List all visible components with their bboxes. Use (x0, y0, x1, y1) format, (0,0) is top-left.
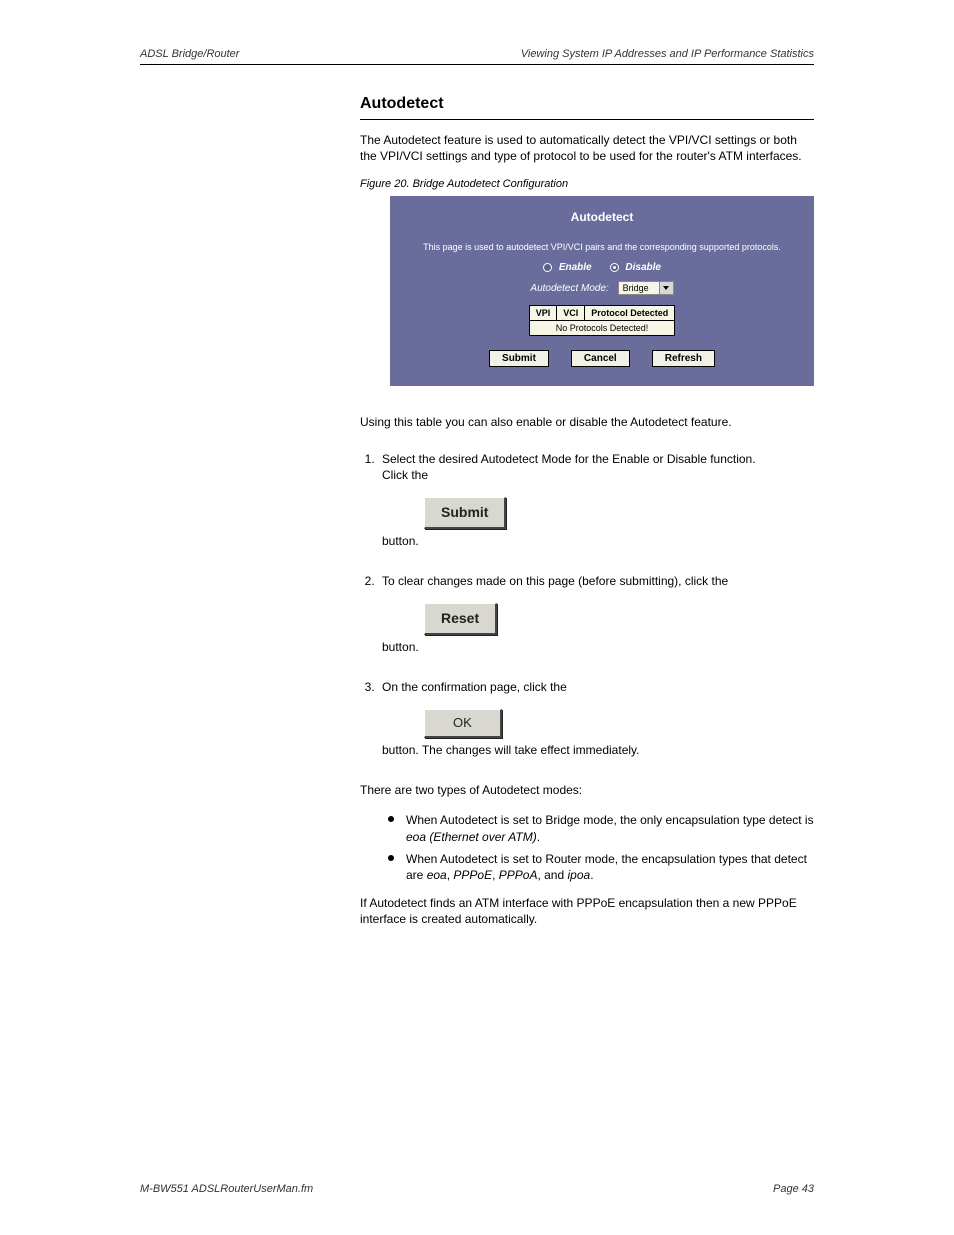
intro-paragraph: The Autodetect feature is used to automa… (360, 132, 814, 164)
cancel-button[interactable]: Cancel (571, 350, 630, 367)
mode-value: Bridge (623, 283, 649, 293)
list-item: Select the desired Autodetect Mode for t… (378, 451, 814, 549)
panel-title: Autodetect (390, 196, 814, 224)
pppoe-paragraph: If Autodetect finds an ATM interface wit… (360, 895, 814, 927)
footer-left: M-BW551 ADSLRouterUserMan.fm (140, 1183, 313, 1195)
disable-label: Disable (625, 262, 661, 273)
section-title: Autodetect (360, 95, 814, 113)
modes-list: When Autodetect is set to Bridge mode, t… (388, 812, 814, 883)
autodetect-panel: Autodetect This page is used to autodete… (390, 196, 814, 386)
page-footer: M-BW551 ADSLRouterUserMan.fm Page 43 (140, 1183, 814, 1195)
submit-button[interactable]: Submit (489, 350, 549, 367)
header-left: ADSL Bridge/Router (140, 48, 239, 60)
panel-button-row: Submit Cancel Refresh (390, 350, 814, 367)
step3-text1: On the confirmation page, click the (382, 680, 567, 694)
modes-bullet-bridge: When Autodetect is set to Bridge mode, t… (388, 812, 814, 844)
modes-bullet-router: When Autodetect is set to Router mode, t… (388, 851, 814, 883)
enable-radio-option[interactable]: Enable (543, 262, 592, 273)
ok-button-inline[interactable]: OK (424, 709, 502, 738)
enable-label: Enable (559, 262, 592, 273)
page-header: ADSL Bridge/Router Viewing System IP Add… (140, 48, 814, 65)
list-item: To clear changes made on this page (befo… (378, 573, 814, 655)
reset-button-inline[interactable]: Reset (424, 603, 497, 635)
steps-list: Select the desired Autodetect Mode for t… (378, 451, 814, 759)
modes-intro: There are two types of Autodetect modes: (360, 782, 814, 798)
protocol-table: VPI VCI Protocol Detected No Protocols D… (529, 305, 676, 336)
mode-row: Autodetect Mode: Bridge (390, 281, 814, 295)
step1-text3: button. (382, 534, 419, 548)
refresh-button[interactable]: Refresh (652, 350, 715, 367)
radio-icon (610, 263, 619, 272)
th-protocol: Protocol Detected (585, 306, 675, 321)
step1-text2: Click the (382, 468, 428, 482)
step1-text1: Select the desired Autodetect Mode for t… (382, 452, 756, 466)
list-item: On the confirmation page, click the OK b… (378, 679, 814, 758)
footer-right: Page 43 (773, 1183, 814, 1195)
header-right: Viewing System IP Addresses and IP Perfo… (521, 48, 814, 60)
th-vpi: VPI (529, 306, 557, 321)
submit-button-inline[interactable]: Submit (424, 497, 506, 529)
radio-icon (543, 263, 552, 272)
radio-row: Enable Disable (390, 262, 814, 273)
disable-radio-option[interactable]: Disable (610, 262, 661, 273)
figure-caption: Figure 20. Bridge Autodetect Configurati… (360, 178, 814, 190)
step2-text1: To clear changes made on this page (befo… (382, 574, 728, 588)
table-empty: No Protocols Detected! (529, 321, 675, 336)
th-vci: VCI (557, 306, 585, 321)
step3-text2: button. The changes will take effect imm… (382, 743, 639, 757)
mode-label: Autodetect Mode: (530, 283, 608, 294)
section-rule (360, 119, 814, 120)
chevron-down-icon (659, 282, 673, 294)
step2-text2: button. (382, 640, 419, 654)
mode-select[interactable]: Bridge (618, 281, 674, 295)
panel-description: This page is used to autodetect VPI/VCI … (390, 242, 814, 252)
after-figure-paragraph: Using this table you can also enable or … (360, 414, 814, 430)
